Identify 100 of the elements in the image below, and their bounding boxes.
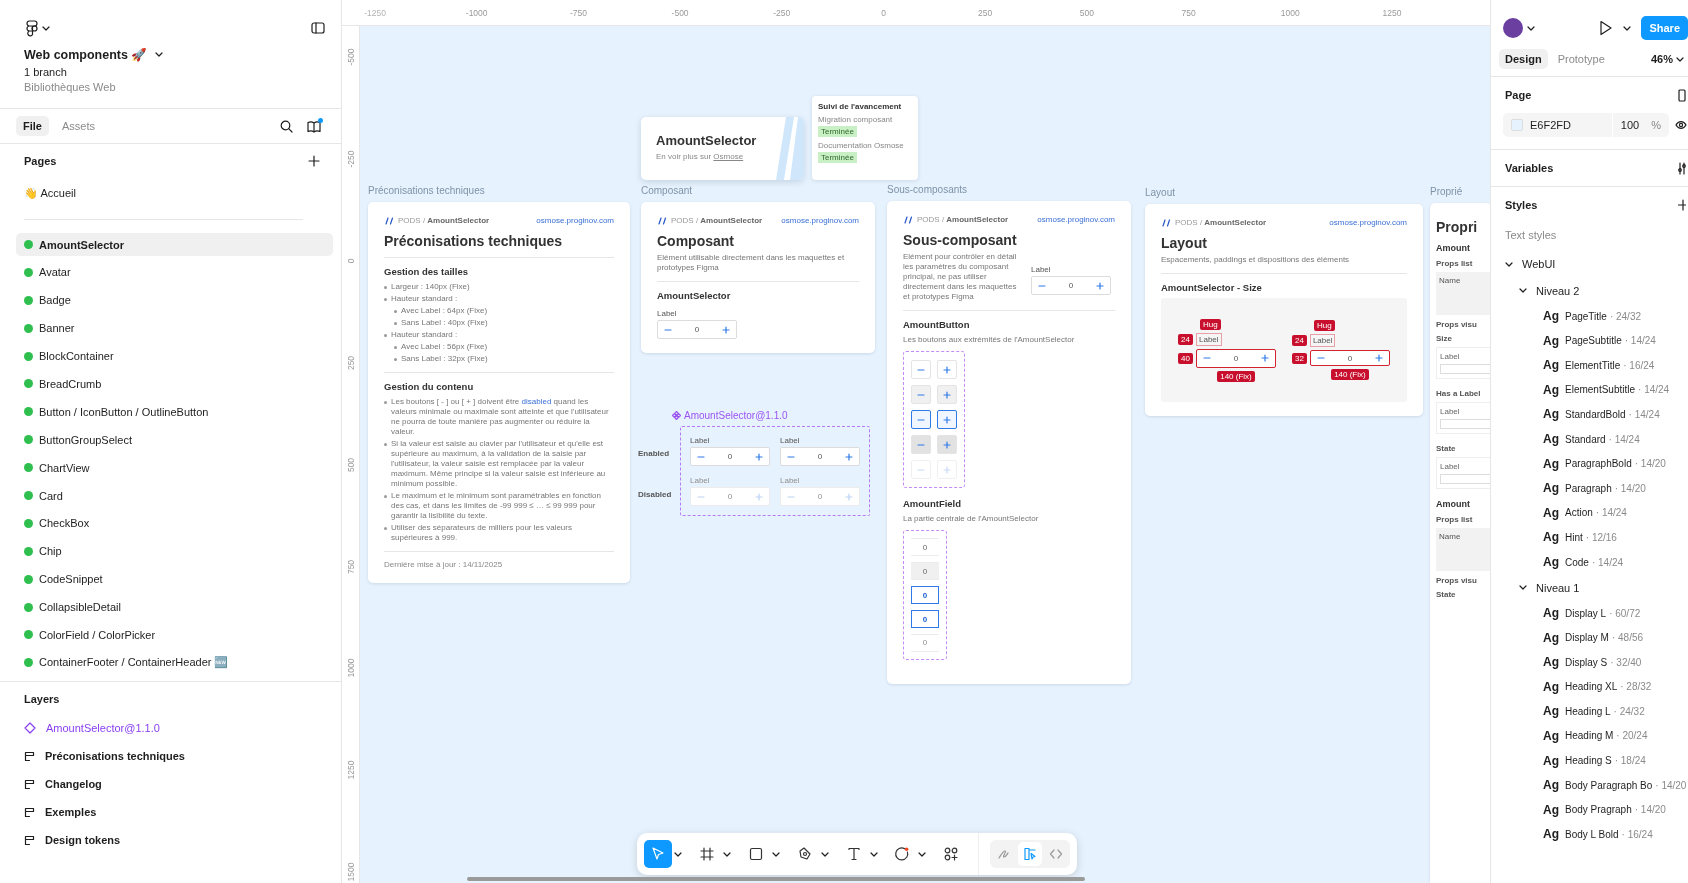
page-item[interactable]: Chip	[16, 539, 333, 563]
page-item[interactable]: CodeSnippet	[16, 567, 333, 591]
amount-field[interactable]: 0	[911, 610, 939, 628]
site-link[interactable]: osmose.proginov.com	[781, 216, 859, 225]
text-style-item[interactable]: Ag Display L · 60/72	[1533, 600, 1688, 626]
amount-field[interactable]: 0	[911, 634, 939, 652]
text-style-item[interactable]: Ag PageTitle · 24/32	[1533, 303, 1688, 329]
zoom-menu[interactable]: 46%	[1650, 53, 1684, 65]
text-style-item[interactable]: Ag Heading S · 18/24	[1533, 748, 1688, 773]
slashes-icon	[384, 216, 394, 225]
section-title: Pages	[24, 155, 57, 167]
guideline-text: Les boutons [ - ] ou [ + ] doivent être disabled quand les valeurs minimale ou maximale sont atteinte et que l'utilisateur ne pourra de toute manière pas augmenter ou réduire la valeur.	[391, 397, 610, 437]
square-icon	[747, 846, 764, 862]
bullet-icon	[384, 495, 387, 498]
text-style-item[interactable]: Ag ElementTitle · 16/24	[1533, 352, 1688, 378]
layer-item[interactable]: AmountSelector@1.1.0	[24, 716, 341, 741]
property-label: Props visu	[1436, 320, 1478, 329]
text-style-item[interactable]: Ag Code · 14/24	[1533, 549, 1688, 575]
plus-button[interactable]	[937, 410, 957, 429]
main-menu-button[interactable]	[24, 17, 52, 39]
amount-selector[interactable]: 0	[780, 447, 860, 466]
section-label: Sous-composants	[887, 184, 968, 195]
text-style-item[interactable]: Ag Paragraph · 14/20	[1533, 475, 1688, 501]
text-style-item[interactable]: Ag PageSubtitle · 14/24	[1533, 328, 1688, 353]
amount-field[interactable]: 0	[911, 586, 939, 604]
text-style-item[interactable]: Ag Display S · 32/40	[1533, 649, 1688, 675]
osmose-link[interactable]: Osmose	[713, 152, 744, 161]
minus-button[interactable]	[911, 410, 931, 429]
page-item[interactable]: Badge	[16, 288, 333, 312]
page-item[interactable]: BlockContainer	[16, 344, 333, 368]
section-heading: AmountField	[903, 498, 963, 509]
page-item[interactable]: AmountSelector	[16, 233, 333, 256]
style-name: Heading XL	[1565, 681, 1618, 693]
avatar-icon[interactable]	[1503, 18, 1523, 38]
opacity-value: 100	[1620, 119, 1640, 131]
text-style-item[interactable]: Ag Hint · 12/16	[1533, 525, 1688, 550]
style-sample: Ag	[1543, 333, 1559, 348]
panel-tab[interactable]: Prototype	[1551, 49, 1611, 69]
color-field[interactable]: E6F2FD 100 %	[1503, 113, 1669, 137]
amount-selector[interactable]: 0	[1196, 348, 1276, 368]
field-label: Label	[1440, 352, 1461, 361]
panel-tab[interactable]: Assets	[54, 116, 102, 136]
amount-selector[interactable]: 0	[657, 320, 737, 339]
mode-button[interactable]	[1017, 842, 1042, 866]
page-item[interactable]: Avatar	[16, 260, 333, 284]
plus-icon	[943, 415, 951, 424]
layer-item[interactable]: Exemples	[24, 800, 341, 825]
text-style-item[interactable]: Ag Heading L · 24/32	[1533, 699, 1688, 724]
dimension-badge: 24	[1292, 335, 1307, 346]
panel-tab[interactable]: File	[16, 116, 49, 136]
scrollbar[interactable]	[467, 877, 1085, 881]
page-item[interactable]: 👋 Accueil	[0, 180, 341, 206]
page-item[interactable]: ContainerFooter / ContainerHeader 🆕	[16, 651, 333, 675]
guideline-text: Sans Label : 32px (Fixe)	[401, 354, 488, 364]
panel-tab[interactable]: Design	[1499, 49, 1548, 69]
text-style-item[interactable]: Ag Body Pragraph · 14/20	[1533, 797, 1688, 823]
text-style-item[interactable]: Ag StandardBold · 14/24	[1533, 402, 1688, 427]
text-style-item[interactable]: Ag ParagraphBold · 14/20	[1533, 451, 1688, 476]
amount-selector[interactable]: 0	[690, 447, 770, 466]
plus-icon	[1374, 354, 1383, 362]
site-link[interactable]: osmose.proginov.com	[536, 216, 614, 225]
breadcrumb: PODS / AmountSelector	[1175, 218, 1267, 227]
text-style-item[interactable]: Ag Display M · 48/56	[1533, 625, 1688, 650]
text-style-item[interactable]: Ag Standard · 14/24	[1533, 426, 1688, 452]
page-item[interactable]: CheckBox	[16, 511, 333, 535]
text-style-item[interactable]: Ag Heading XL · 28/32	[1533, 674, 1688, 700]
page-item[interactable]: BreadCrumb	[16, 372, 333, 396]
style-group[interactable]: WebUI	[1522, 258, 1556, 271]
text-style-item[interactable]: Ag Heading M · 20/24	[1533, 723, 1688, 749]
card-description: Elément utilisable directement dans les maquettes et prototypes Figma	[657, 253, 846, 273]
text-style-item[interactable]: Ag ElementSubtitle · 14/24	[1533, 377, 1688, 403]
style-group[interactable]: Niveau 1	[1536, 581, 1580, 594]
style-sample: Ag	[1543, 753, 1559, 768]
page-item[interactable]: ColorField / ColorPicker	[16, 623, 333, 647]
style-group[interactable]: Niveau 2	[1536, 284, 1580, 297]
text-style-item[interactable]: Ag Body Paragraph Bo · 14/20	[1533, 772, 1688, 798]
site-link[interactable]: osmose.proginov.com	[1037, 215, 1115, 224]
file-title[interactable]: Web components 🚀	[24, 46, 148, 63]
page-item[interactable]: Button / IconButton / OutlineButton	[16, 400, 333, 424]
amount-field[interactable]: 0	[911, 538, 939, 556]
amount-field[interactable]: 0	[911, 562, 939, 580]
text-style-item[interactable]: Ag Action · 14/24	[1533, 500, 1688, 526]
branch-count[interactable]: 1 branch	[24, 66, 67, 78]
page-item[interactable]: ButtonGroupSelect	[16, 428, 333, 452]
text-style-item[interactable]: Ag Body L Bold · 16/24	[1533, 822, 1688, 847]
amount-selector[interactable]: 0	[1309, 350, 1390, 366]
page-item[interactable]: Banner	[16, 316, 333, 340]
page-item[interactable]: CollapsibleDetail	[16, 595, 333, 619]
layer-item[interactable]: Changelog	[24, 772, 341, 797]
section-title: Styles	[1505, 199, 1538, 211]
page-item[interactable]: Card	[16, 484, 333, 507]
card-title: Sous-composant	[903, 232, 1018, 248]
site-link[interactable]: osmose.proginov.com	[1329, 218, 1407, 227]
amount-selector[interactable]: 0	[1031, 276, 1111, 295]
style-name: Paragraph	[1565, 482, 1612, 494]
layer-item[interactable]: Design tokens	[24, 828, 341, 853]
layer-item[interactable]: Préconisations techniques	[24, 744, 341, 769]
page-item[interactable]: ChartView	[16, 456, 333, 480]
ruler-label: 0	[881, 8, 886, 18]
device-icon	[1678, 88, 1686, 102]
